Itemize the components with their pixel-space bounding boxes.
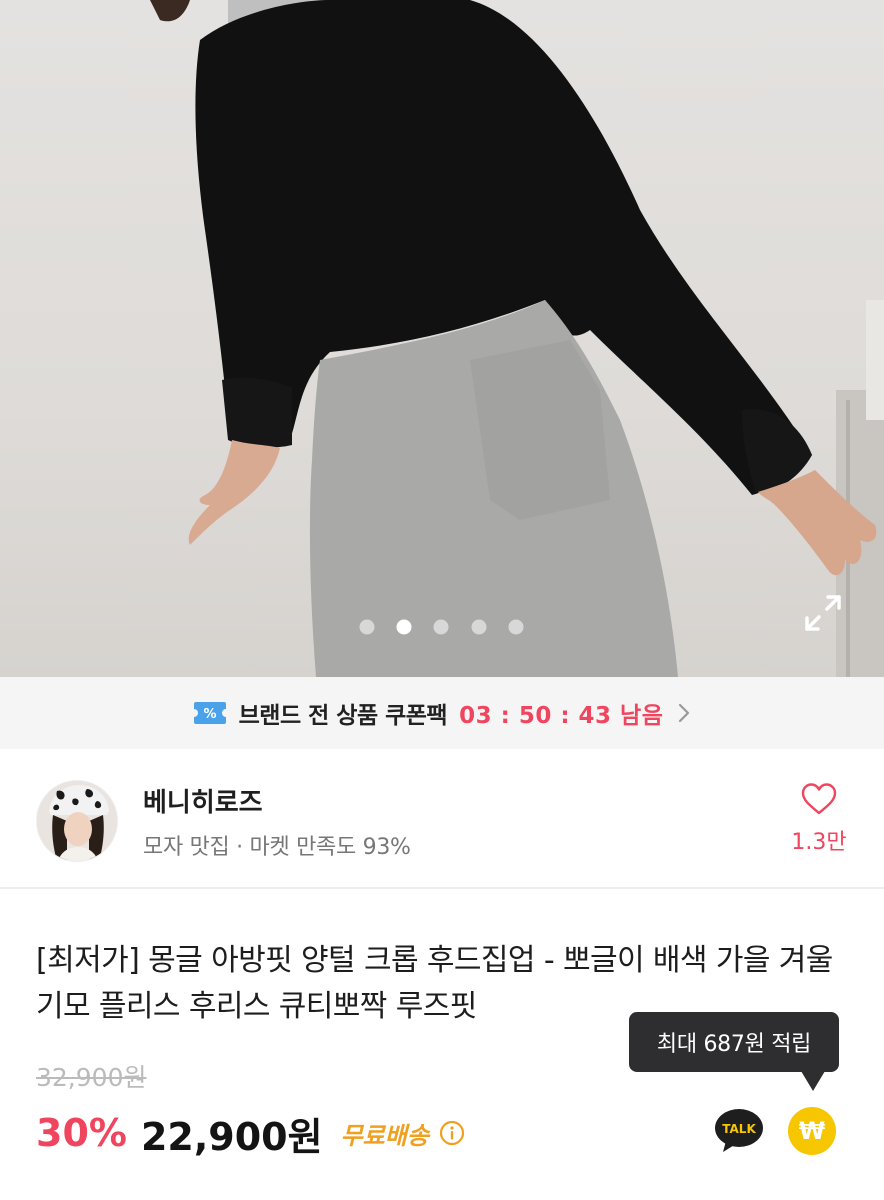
coupon-banner[interactable]: % 브랜드 전 상품 쿠폰팩 03 : 50 : 43 남음 [0, 677, 884, 749]
discount-rate: 30% [36, 1111, 127, 1155]
seller-name[interactable]: 베니히로즈 [143, 782, 263, 819]
original-price: 32,900원 [36, 1063, 147, 1092]
seller-subtitle: 모자 맛집 · 마켓 만족도 93% [143, 835, 411, 860]
points-button[interactable]: ₩ [788, 1107, 836, 1155]
sale-price: 22,900원 [140, 1114, 323, 1159]
heart-icon [801, 783, 837, 815]
info-icon[interactable] [439, 1120, 465, 1146]
coupon-text: 브랜드 전 상품 쿠폰팩 [238, 703, 448, 729]
svg-text:%: % [203, 707, 216, 722]
coupon-timer: 03 : 50 : 43 남음 [459, 703, 664, 729]
gallery-pagination [359, 619, 529, 635]
gallery-dot [433, 619, 449, 635]
gallery-dot [359, 619, 375, 635]
like-count: 1.3만 [791, 830, 847, 855]
talk-icon: TALK [715, 1109, 763, 1152]
points-tooltip: 최대 687원 적립 [629, 1012, 839, 1072]
seller-avatar[interactable] [36, 780, 118, 862]
like-button[interactable]: 1.3만 [786, 782, 852, 862]
free-shipping-badge: 무료배송 [340, 1121, 429, 1150]
tooltip-arrow [801, 1071, 825, 1091]
seller-section: 베니히로즈 모자 맛집 · 마켓 만족도 93% 1.3만 [0, 749, 884, 889]
gallery-dot-active [396, 619, 412, 635]
gallery-dot [508, 619, 524, 635]
won-icon: ₩ [798, 1117, 826, 1145]
expand-icon[interactable] [804, 594, 842, 632]
chevron-right-icon [679, 703, 690, 723]
gallery-dot [471, 619, 487, 635]
kakao-talk-button[interactable]: TALK [714, 1108, 764, 1154]
svg-text:TALK: TALK [722, 1122, 756, 1136]
product-image-gallery[interactable] [0, 0, 884, 677]
product-photo [150, 0, 884, 677]
coupon-icon: % [193, 702, 226, 724]
price-row: 30% 22,900원 무료배송 [36, 1108, 465, 1159]
